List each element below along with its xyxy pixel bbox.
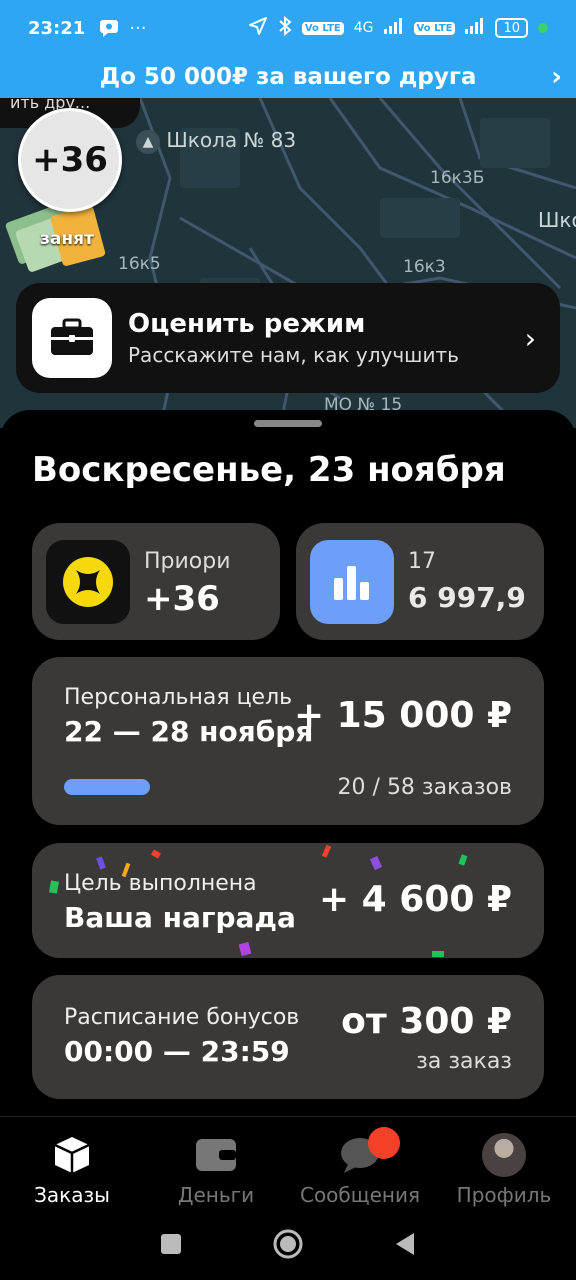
priority-label: Приори: [144, 549, 231, 574]
briefcase-icon: [32, 298, 112, 378]
goal-progress-text: 20 / 58 заказов: [337, 775, 512, 800]
top-bar: 23:21 ··· Vo LTE 4G Vo LTE 10 До 50 000₽…: [0, 0, 576, 98]
priority-icon: [46, 540, 130, 624]
reward-amount: + 4 600 ₽: [318, 879, 512, 920]
school-icon: ▲: [136, 129, 160, 154]
schedule-note: за заказ: [416, 1049, 512, 1074]
unread-badge: [368, 1127, 400, 1159]
bottom-navigation: Заказы Деньги Сообщения Профиль: [0, 1116, 576, 1212]
bluetooth-icon: [278, 15, 292, 40]
location-icon: [248, 16, 268, 40]
nav-profile[interactable]: Профиль: [432, 1117, 576, 1212]
wallet-icon: [195, 1133, 237, 1177]
signal-icon-2: [465, 18, 485, 38]
promo-text: До 50 000₽ за вашего друга: [99, 64, 477, 90]
battery-icon: 10: [495, 18, 528, 38]
sheet-drag-handle[interactable]: [254, 420, 322, 427]
priority-score-marker[interactable]: +36: [18, 108, 122, 212]
map-label-building: 16к5: [118, 254, 161, 274]
volte-badge-2: Vo LTE: [413, 21, 456, 35]
status-right-group: Vo LTE 4G Vo LTE 10: [248, 15, 548, 40]
box-icon: [52, 1133, 92, 1177]
bar-chart-icon: [310, 540, 394, 624]
stats-value: 6 997,9: [408, 581, 526, 614]
personal-goal-card[interactable]: Персональная цель 22 — 28 ноября + 15 00…: [32, 657, 544, 825]
chevron-right-icon: ›: [524, 321, 536, 355]
sheet-date-title: Воскресенье, 23 ноября: [32, 450, 506, 490]
bonus-schedule-card[interactable]: Расписание бонусов 00:00 — 23:59 от 300 …: [32, 975, 544, 1099]
goal-amount: + 15 000 ₽: [293, 695, 512, 736]
priority-value: +36: [144, 579, 220, 619]
status-time: 23:21: [28, 17, 86, 39]
nav-money[interactable]: Деньги: [144, 1117, 288, 1212]
recent-apps-icon[interactable]: [160, 1233, 182, 1259]
reward-title: Ваша награда: [64, 901, 296, 934]
map-label-building: Шко: [538, 208, 576, 232]
schedule-amount: от 300 ₽: [341, 1001, 512, 1042]
status-more: ···: [129, 17, 147, 39]
driver-status-label: занят: [40, 229, 94, 249]
goal-done-label: Цель выполнена: [64, 871, 257, 896]
chat-notification-icon: [99, 19, 119, 37]
chevron-right-icon: ›: [551, 62, 562, 92]
profile-photo: [482, 1133, 526, 1177]
nav-orders-label: Заказы: [34, 1183, 110, 1207]
nav-money-label: Деньги: [177, 1183, 255, 1207]
nav-profile-label: Профиль: [456, 1183, 552, 1207]
system-navigation-bar: [0, 1212, 576, 1280]
home-icon[interactable]: [272, 1228, 304, 1264]
signal-icon-1: [383, 18, 404, 38]
stats-label: 17: [408, 549, 436, 574]
nav-messages[interactable]: Сообщения: [288, 1117, 432, 1212]
goal-label: Персональная цель: [64, 685, 293, 710]
goal-progress-bar: [64, 779, 150, 795]
stats-tile[interactable]: 17 6 997,9: [296, 523, 544, 640]
rate-card-text: Оценить режим Расскажите нам, как улучши…: [128, 309, 459, 367]
back-icon[interactable]: [394, 1232, 416, 1260]
referral-promo-banner[interactable]: До 50 000₽ за вашего друга ›: [0, 56, 576, 98]
network-type: 4G: [353, 20, 374, 36]
schedule-label: Расписание бонусов: [64, 1005, 300, 1030]
nav-orders[interactable]: Заказы: [0, 1117, 144, 1212]
volte-badge-1: Vo LTE: [301, 21, 344, 35]
nav-messages-label: Сообщения: [299, 1183, 421, 1207]
orders-bottom-sheet[interactable]: Воскресенье, 23 ноября Приори +36 17 6 9…: [0, 410, 576, 1116]
status-bar: 23:21 ··· Vo LTE 4G Vo LTE 10: [0, 0, 576, 56]
goal-completed-card[interactable]: Цель выполнена Ваша награда + 4 600 ₽: [32, 843, 544, 958]
map-label-school: ▲ Школа № 83: [136, 128, 296, 154]
schedule-time: 00:00 — 23:59: [64, 1035, 290, 1068]
chat-bubble-icon: [340, 1127, 400, 1177]
map-label-building: 16к3Б: [430, 168, 485, 188]
goal-dates: 22 — 28 ноября: [64, 715, 314, 748]
rate-mode-card[interactable]: Оценить режим Расскажите нам, как улучши…: [16, 283, 560, 393]
privacy-dot: [538, 23, 548, 33]
priority-tile[interactable]: Приори +36: [32, 523, 280, 640]
rate-card-subtitle: Расскажите нам, как улучшить: [128, 343, 459, 367]
map-label-building: 16к3: [403, 257, 446, 277]
rate-card-title: Оценить режим: [128, 309, 366, 339]
avatar: [482, 1133, 526, 1177]
